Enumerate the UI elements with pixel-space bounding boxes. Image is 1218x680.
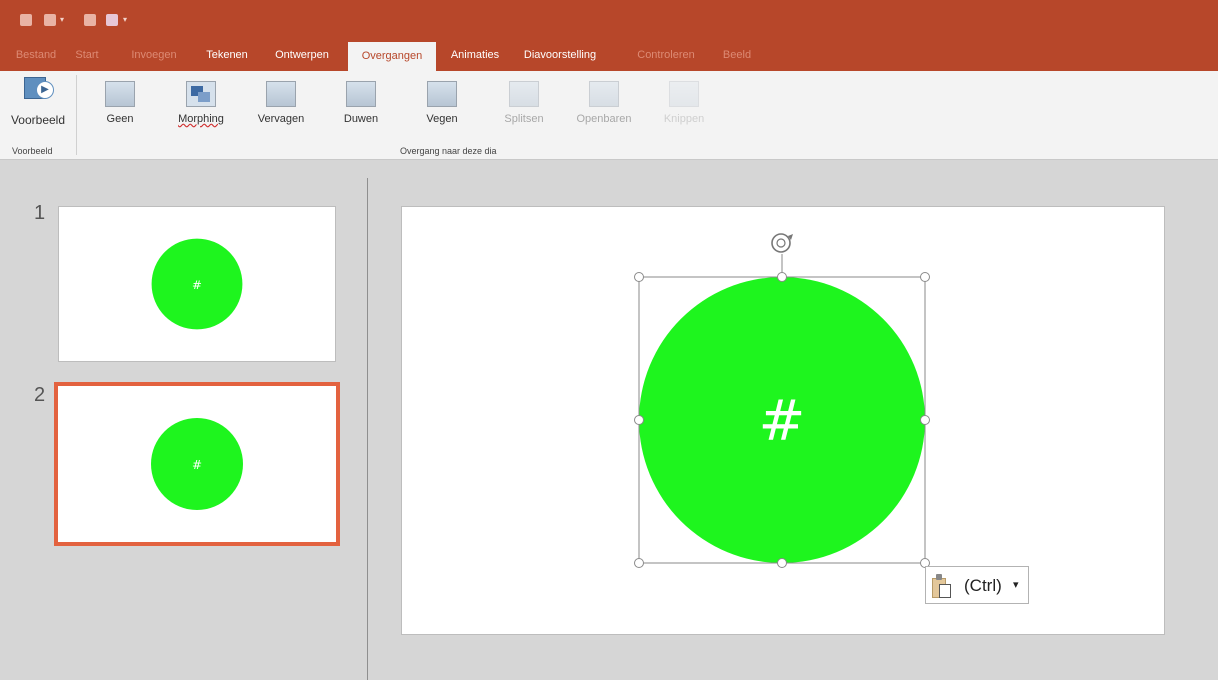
chevron-down-icon: ▾ xyxy=(1013,579,1019,591)
resize-handle-top-right[interactable] xyxy=(920,272,930,282)
paste-options-button[interactable]: (Ctrl) ▾ xyxy=(925,566,1029,604)
circle-shape-text[interactable]: # xyxy=(759,389,806,454)
resize-handle-left[interactable] xyxy=(634,415,644,425)
resize-handle-bottom[interactable] xyxy=(777,558,787,568)
clipboard-icon xyxy=(932,574,954,598)
resize-handle-top-left[interactable] xyxy=(634,272,644,282)
resize-handle-bottom-left[interactable] xyxy=(634,558,644,568)
resize-handle-right[interactable] xyxy=(920,415,930,425)
rotate-handle-icon[interactable] xyxy=(771,233,793,253)
resize-handle-top[interactable] xyxy=(777,272,787,282)
paste-options-label: (Ctrl) xyxy=(964,576,1002,595)
canvas-overlay: # xyxy=(634,233,930,568)
